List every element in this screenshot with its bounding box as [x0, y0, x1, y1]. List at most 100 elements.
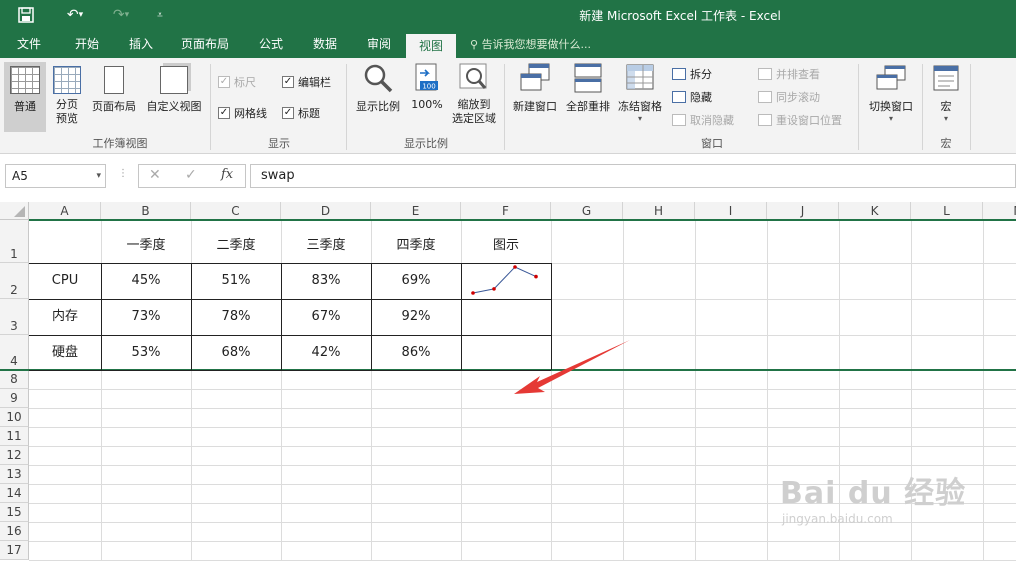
- data-cell[interactable]: 69%: [371, 263, 461, 299]
- data-cell[interactable]: 68%: [191, 335, 281, 370]
- name-box[interactable]: A5 ▾: [5, 164, 106, 188]
- zoom-button[interactable]: 显示比例: [352, 62, 404, 114]
- hide-button[interactable]: 隐藏: [672, 89, 712, 105]
- row-header-15[interactable]: 15: [0, 503, 29, 522]
- reset-position-icon: [758, 114, 772, 126]
- row-header-8[interactable]: 8: [0, 370, 29, 389]
- row-header-17[interactable]: 17: [0, 541, 29, 560]
- column-header-c[interactable]: C: [191, 202, 281, 220]
- formula-bar-checkbox[interactable]: ✓ 编辑栏: [282, 74, 331, 90]
- tab-formulas[interactable]: 公式: [248, 31, 294, 58]
- tab-home[interactable]: 开始: [64, 31, 110, 58]
- column-header-k[interactable]: K: [839, 202, 911, 220]
- enter-icon[interactable]: ✓: [185, 167, 197, 183]
- column-header-g[interactable]: G: [551, 202, 623, 220]
- data-cell[interactable]: 53%: [101, 335, 191, 370]
- headings-checkbox[interactable]: ✓ 标题: [282, 105, 320, 121]
- column-header-e[interactable]: E: [371, 202, 461, 220]
- customize-quick-access-icon[interactable]: ⩡: [150, 4, 170, 26]
- tab-file[interactable]: 文件: [6, 31, 52, 58]
- group-label-window: 窗口: [701, 137, 723, 150]
- svg-text:100: 100: [422, 83, 435, 91]
- data-cell[interactable]: 45%: [101, 263, 191, 299]
- zoom-to-selection-button[interactable]: 缩放到 选定区域: [448, 62, 500, 126]
- header-cell[interactable]: 图示: [461, 220, 551, 263]
- freeze-panes-button[interactable]: 冻结窗格 ▾: [614, 62, 666, 123]
- data-cell[interactable]: 86%: [371, 335, 461, 370]
- column-header-d[interactable]: D: [281, 202, 371, 220]
- tab-review[interactable]: 审阅: [356, 31, 402, 58]
- column-header-f[interactable]: F: [461, 202, 551, 220]
- row-header-2[interactable]: 2: [0, 263, 29, 299]
- table-border: [371, 263, 372, 370]
- column-header-a[interactable]: A: [29, 202, 101, 220]
- row-header-10[interactable]: 10: [0, 408, 29, 427]
- row-header-16[interactable]: 16: [0, 522, 29, 541]
- save-icon[interactable]: [14, 4, 38, 26]
- macros-button[interactable]: 宏 ▾: [926, 62, 966, 123]
- gridline: [983, 220, 984, 560]
- row-header-4[interactable]: 4: [0, 335, 29, 370]
- row-header-11[interactable]: 11: [0, 427, 29, 446]
- undo-icon[interactable]: ↶ ▾: [58, 4, 92, 26]
- header-cell[interactable]: 四季度: [371, 220, 461, 263]
- column-header-m[interactable]: M: [983, 202, 1016, 220]
- data-cell[interactable]: CPU: [29, 263, 101, 299]
- column-header-j[interactable]: J: [767, 202, 839, 220]
- row-header-12[interactable]: 12: [0, 446, 29, 465]
- tell-me-box[interactable]: ⚲ 告诉我您想要做什么...: [470, 31, 591, 58]
- split-label: 拆分: [690, 68, 712, 81]
- header-cell[interactable]: [29, 220, 101, 263]
- custom-views-icon: [160, 66, 188, 94]
- data-cell[interactable]: 78%: [191, 299, 281, 335]
- tab-data[interactable]: 数据: [302, 31, 348, 58]
- data-cell[interactable]: 67%: [281, 299, 371, 335]
- gridline: [29, 408, 1016, 409]
- row-header-9[interactable]: 9: [0, 389, 29, 408]
- data-cell[interactable]: 硬盘: [29, 335, 101, 370]
- cancel-icon[interactable]: ✕: [149, 167, 161, 183]
- tab-page-layout[interactable]: 页面布局: [172, 31, 238, 58]
- split-button[interactable]: 拆分: [672, 66, 712, 82]
- custom-views-label: 自定义视图: [146, 100, 202, 113]
- switch-windows-button[interactable]: 切换窗口 ▾: [862, 62, 920, 123]
- header-cell[interactable]: 一季度: [101, 220, 191, 263]
- checkbox-icon: ✓: [282, 107, 294, 119]
- formula-input[interactable]: swap: [250, 164, 1016, 188]
- page-layout-view-button[interactable]: 页面布局: [88, 62, 140, 114]
- gridline: [29, 446, 1016, 447]
- row-header-3[interactable]: 3: [0, 299, 29, 335]
- row-header-1[interactable]: 1: [0, 220, 29, 263]
- row-header-14[interactable]: 14: [0, 484, 29, 503]
- data-cell[interactable]: 内存: [29, 299, 101, 335]
- column-header-b[interactable]: B: [101, 202, 191, 220]
- gridlines-checkbox[interactable]: ✓ 网格线: [218, 105, 267, 121]
- baidu-watermark: Bai du 经验 jingyan.baidu.com: [780, 468, 966, 526]
- row-header-13[interactable]: 13: [0, 465, 29, 484]
- data-cell[interactable]: 92%: [371, 299, 461, 335]
- data-cell[interactable]: 83%: [281, 263, 371, 299]
- tab-view[interactable]: 视图: [406, 34, 456, 58]
- checkbox-icon: ✓: [218, 107, 230, 119]
- arrange-all-label: 全部重排: [566, 100, 610, 113]
- data-cell[interactable]: 51%: [191, 263, 281, 299]
- data-cell[interactable]: 42%: [281, 335, 371, 370]
- column-header-i[interactable]: I: [695, 202, 767, 220]
- data-cell[interactable]: 73%: [101, 299, 191, 335]
- zoom-100-button[interactable]: 100 100%: [408, 62, 446, 111]
- ruler-label: 标尺: [234, 76, 256, 89]
- tab-insert[interactable]: 插入: [118, 31, 164, 58]
- column-header-h[interactable]: H: [623, 202, 695, 220]
- page-break-preview-button[interactable]: 分页 预览: [48, 62, 86, 126]
- column-header-l[interactable]: L: [911, 202, 983, 220]
- insert-function-icon[interactable]: fx: [221, 167, 233, 182]
- select-all-corner[interactable]: [0, 202, 29, 220]
- custom-views-button[interactable]: 自定义视图: [142, 62, 206, 114]
- dropdown-arrow-icon[interactable]: ▾: [96, 165, 101, 187]
- reset-window-position-button: 重设窗口位置: [758, 112, 842, 128]
- header-cell[interactable]: 三季度: [281, 220, 371, 263]
- normal-view-button[interactable]: 普通: [4, 62, 46, 132]
- new-window-button[interactable]: 新建窗口: [508, 62, 562, 114]
- header-cell[interactable]: 二季度: [191, 220, 281, 263]
- arrange-all-button[interactable]: 全部重排: [562, 62, 614, 114]
